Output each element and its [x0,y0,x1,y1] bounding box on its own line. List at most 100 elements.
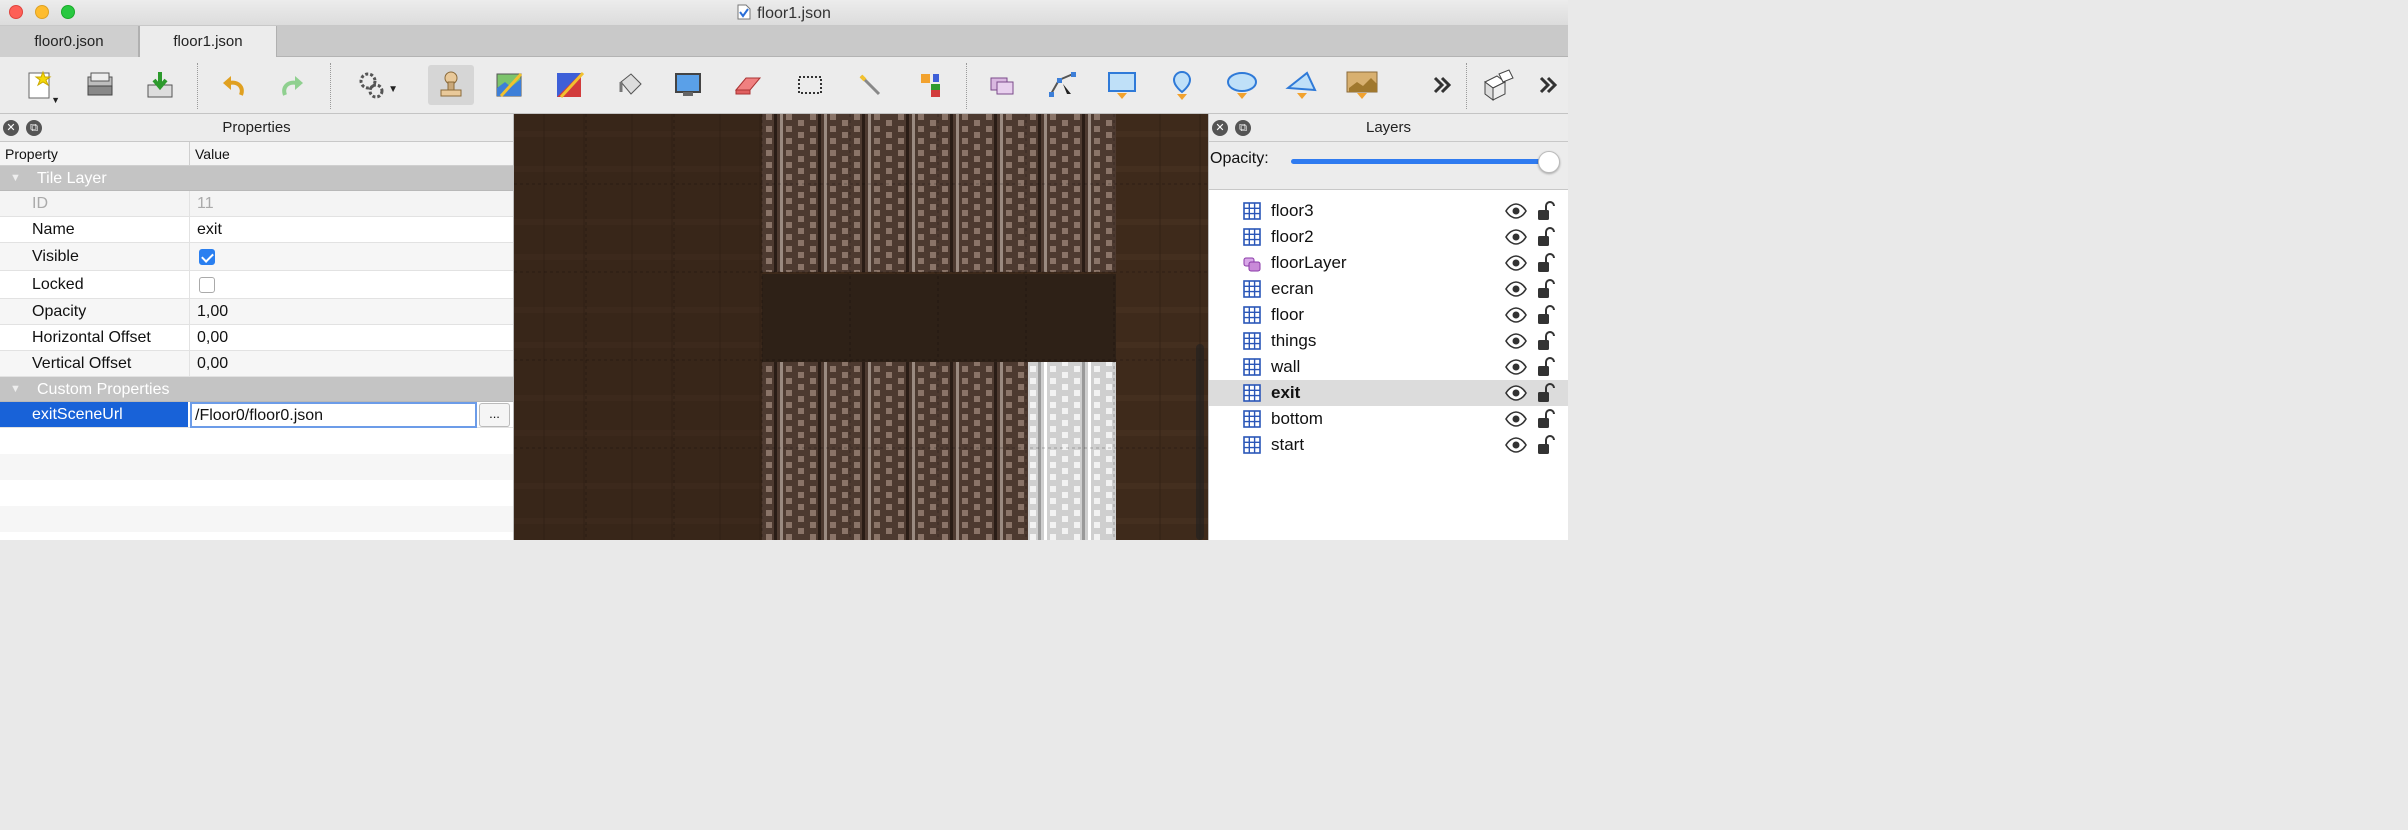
terrain-brush-icon[interactable] [490,65,530,105]
tab-floor1[interactable]: floor1.json [139,26,277,58]
layer-row[interactable]: things [1209,328,1568,354]
browse-button[interactable]: ... [479,403,510,427]
eye-icon[interactable] [1505,385,1527,401]
more-icon-2[interactable] [1528,65,1568,105]
layer-row[interactable]: bottom [1209,406,1568,432]
property-row-locked: Locked [0,271,513,299]
locked-checkbox[interactable] [199,277,215,293]
layer-name: ecran [1271,279,1314,298]
unlock-icon[interactable] [1537,383,1555,403]
insert-ellipse-icon[interactable] [1222,65,1262,105]
insert-point-icon[interactable] [1162,65,1202,105]
bucket-fill-icon[interactable] [610,65,650,105]
float-panel-icon[interactable]: ⧉ [1235,120,1251,136]
chevron-down-icon[interactable]: ▼ [388,84,398,95]
layers-panel: ✕ ⧉ Layers Opacity: floor3 floor2 floorLay… [1208,114,1568,540]
eye-icon[interactable] [1505,333,1527,349]
eye-icon[interactable] [1505,203,1527,219]
unlock-icon[interactable] [1537,357,1555,377]
property-value: 11 [197,195,214,212]
property-row-exit-scene-url[interactable]: exitSceneUrl /Floor0/floor0.json ... [0,402,513,428]
layer-row[interactable]: floor3 [1209,198,1568,224]
eye-icon[interactable] [1505,229,1527,245]
unlock-icon[interactable] [1537,201,1555,221]
opacity-slider-thumb[interactable] [1538,151,1560,173]
tab-floor0[interactable]: floor0.json [0,26,139,57]
tile-layer-icon [1243,410,1261,428]
insert-tile-icon[interactable] [1342,65,1382,105]
layer-opacity-row: Opacity: [1209,142,1568,190]
open-icon[interactable] [80,65,120,105]
more-icon[interactable] [1422,65,1462,105]
visible-checkbox[interactable] [199,249,215,265]
shape-fill-icon[interactable] [668,65,708,105]
layer-name: wall [1271,357,1301,376]
tile-layer-icon [1243,384,1261,402]
edit-polygons-icon[interactable] [1042,65,1082,105]
layer-row[interactable]: exit [1209,380,1568,406]
collapse-triangle-icon[interactable]: ▼ [10,377,21,402]
float-panel-icon[interactable]: ⧉ [26,120,42,136]
map-canvas[interactable] [514,114,1208,540]
eye-icon[interactable] [1505,307,1527,323]
layer-row[interactable]: floorLayer [1209,250,1568,276]
opacity-slider-track[interactable] [1291,159,1549,164]
save-icon[interactable] [140,65,180,105]
new-icon[interactable]: ▼ [20,65,60,105]
exit-scene-url-input[interactable]: /Floor0/floor0.json [190,402,477,428]
random-mode-icon[interactable] [1478,65,1518,105]
property-row-horizontal-offset[interactable]: Horizontal Offset 0,00 [0,325,513,351]
collapse-triangle-icon[interactable]: ▼ [10,166,21,191]
wang-brush-icon[interactable] [550,65,590,105]
vertical-offset-value[interactable]: 0,00 [197,355,228,373]
rect-select-icon[interactable] [790,65,830,105]
horizontal-offset-value[interactable]: 0,00 [197,329,228,347]
eraser-icon[interactable] [728,65,768,105]
select-same-tile-icon[interactable] [910,65,950,105]
stamp-brush-icon[interactable] [428,65,474,105]
chevron-down-icon[interactable]: ▼ [51,95,60,105]
eye-icon[interactable] [1505,359,1527,375]
property-row-vertical-offset[interactable]: Vertical Offset 0,00 [0,351,513,377]
insert-polygon-icon[interactable] [1282,65,1322,105]
unlock-icon[interactable] [1537,305,1555,325]
window-title: floor1.json [0,4,1568,23]
layer-list: floor3 floor2 floorLayer ecran floor things wa… [1209,198,1568,458]
redo-icon[interactable] [272,65,312,105]
unlock-icon[interactable] [1537,435,1555,455]
insert-rectangle-icon[interactable] [1102,65,1142,105]
layer-name-value[interactable]: exit [197,221,222,239]
unlock-icon[interactable] [1537,227,1555,247]
eye-icon[interactable] [1505,411,1527,427]
tile-layer-icon [1243,280,1261,298]
title-bar: floor1.json [0,0,1568,26]
unlock-icon[interactable] [1537,253,1555,273]
opacity-value[interactable]: 1,00 [197,303,228,321]
tile-layer-group[interactable]: ▼ Tile Layer [0,166,513,191]
eye-icon[interactable] [1505,437,1527,453]
unlock-icon[interactable] [1537,409,1555,429]
layer-row[interactable]: floor [1209,302,1568,328]
property-name: Name [32,221,75,238]
properties-panel: ✕ ⧉ Properties Property Value ▼ Tile Lay… [0,114,514,540]
layer-name: bottom [1271,409,1323,428]
commands-icon[interactable]: ▼ [352,65,398,105]
custom-properties-group[interactable]: ▼ Custom Properties [0,377,513,402]
unlock-icon[interactable] [1537,279,1555,299]
layer-row[interactable]: start [1209,432,1568,458]
property-name: Locked [32,276,84,293]
close-icon[interactable]: ✕ [1212,120,1228,136]
eye-icon[interactable] [1505,255,1527,271]
layer-row[interactable]: floor2 [1209,224,1568,250]
custom-properties-group-label: Custom Properties [37,381,170,398]
eye-icon[interactable] [1505,281,1527,297]
property-row-name[interactable]: Name exit [0,217,513,243]
layer-row[interactable]: wall [1209,354,1568,380]
magic-wand-icon[interactable] [850,65,890,105]
property-row-opacity[interactable]: Opacity 1,00 [0,299,513,325]
select-objects-icon[interactable] [982,65,1022,105]
layer-row[interactable]: ecran [1209,276,1568,302]
undo-icon[interactable] [214,65,254,105]
close-icon[interactable]: ✕ [3,120,19,136]
unlock-icon[interactable] [1537,331,1555,351]
